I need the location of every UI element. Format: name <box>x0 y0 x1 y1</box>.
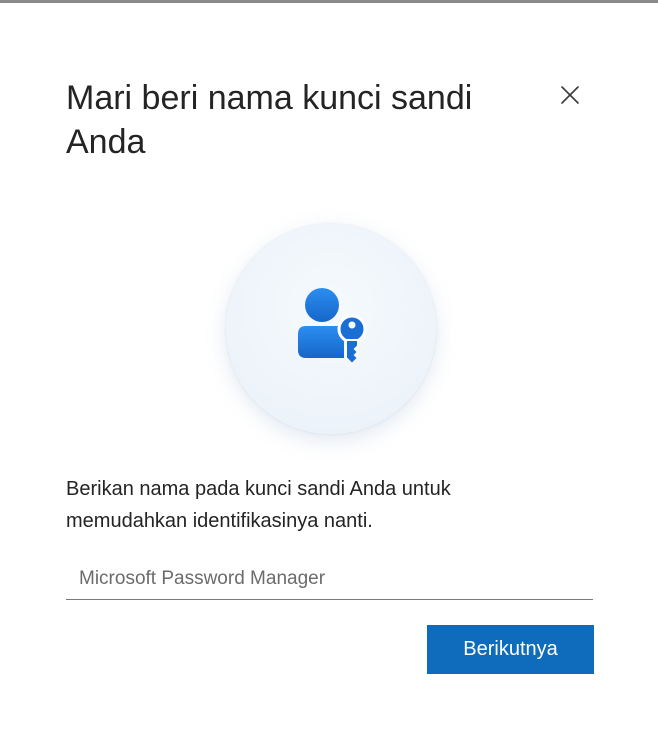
person-key-icon <box>298 288 367 366</box>
passkey-name-input[interactable] <box>66 559 593 599</box>
passkey-name-dialog: Mari beri nama kunci sandi Anda Berikan … <box>0 3 658 736</box>
passkey-illustration <box>226 224 436 434</box>
passkey-name-field <box>66 559 593 600</box>
dialog-description: Berikan nama pada kunci sandi Anda untuk… <box>66 478 451 532</box>
next-button[interactable]: Berikutnya <box>427 625 594 674</box>
close-icon <box>559 84 581 111</box>
dialog-title: Mari beri nama kunci sandi Anda <box>66 79 473 161</box>
close-button[interactable] <box>552 79 588 115</box>
